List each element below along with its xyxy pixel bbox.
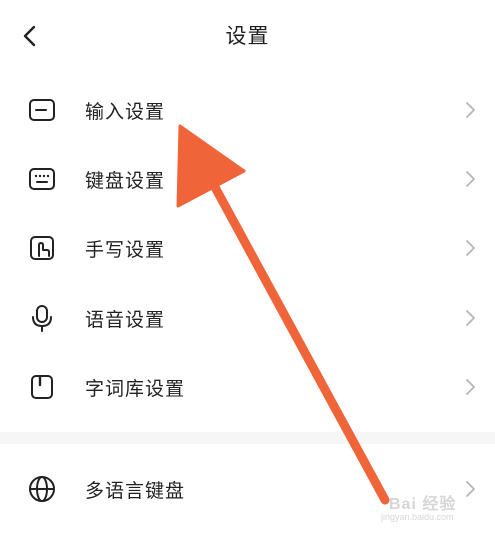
header: 设置 [0,0,495,72]
globe-icon [26,473,58,505]
section-divider [0,432,495,444]
handwriting-icon [26,232,58,264]
menu-item-label: 输入设置 [85,100,166,123]
chevron-right-icon [462,377,478,397]
keyboard-icon [26,163,58,195]
menu-item-label: 语音设置 [85,308,166,331]
menu-item-label: 多语言键盘 [85,479,186,502]
menu-item-input-settings[interactable]: 输入设置 [0,76,495,144]
page-title: 设置 [225,24,270,48]
menu-item-lexicon-settings[interactable]: 字词库设置 [0,353,495,421]
message-box-icon [26,94,58,126]
bookmark-icon [26,371,58,403]
menu-item-voice-settings[interactable]: 语音设置 [0,284,495,352]
microphone-icon [26,302,58,334]
chevron-right-icon [462,479,478,499]
menu-item-label: 键盘设置 [85,169,166,192]
menu-item-handwriting-settings[interactable]: 手写设置 [0,214,495,282]
chevron-right-icon [462,169,478,189]
chevron-right-icon [462,238,478,258]
menu-item-keyboard-settings[interactable]: 键盘设置 [0,145,495,213]
chevron-right-icon [462,100,478,120]
menu-item-multilingual-keyboard[interactable]: 多语言键盘 [0,455,495,523]
chevron-right-icon [462,308,478,328]
menu-item-label: 字词库设置 [85,377,186,400]
menu-item-label: 手写设置 [85,238,166,261]
